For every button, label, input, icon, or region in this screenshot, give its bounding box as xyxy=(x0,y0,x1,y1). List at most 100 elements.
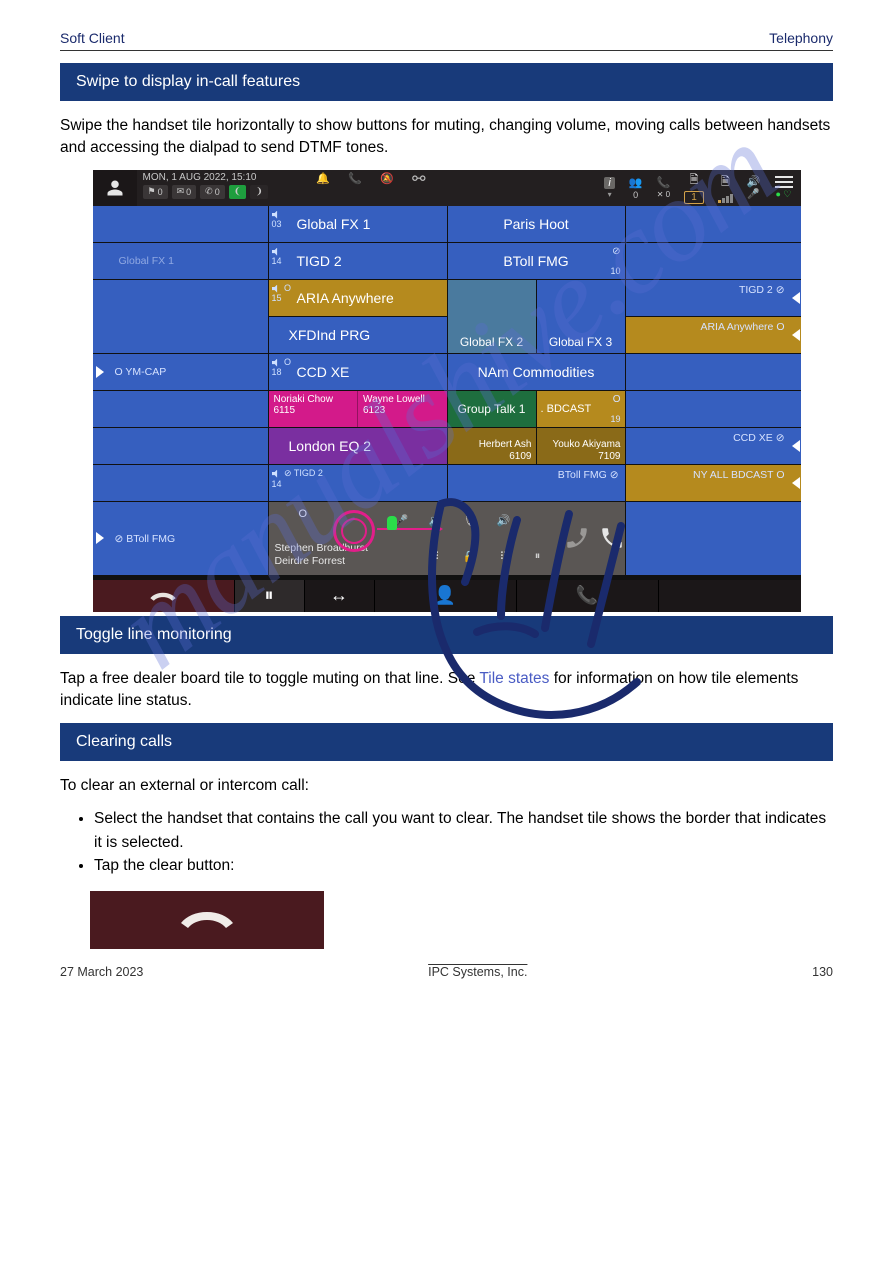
tile-ccd-xe-r[interactable]: CCD XE ⊘ xyxy=(626,428,801,464)
tile-blank[interactable] xyxy=(93,280,268,353)
hold-button[interactable]: ⏸ xyxy=(235,580,305,612)
tile-blank[interactable] xyxy=(93,391,268,427)
clear-button-figure xyxy=(90,891,324,949)
tile-group-talk-1[interactable]: Group Talk 1 xyxy=(448,391,536,427)
section-swipe-intro: Swipe the handset tile horizontally to s… xyxy=(60,115,833,160)
dialpad-icon[interactable]: ⠿ xyxy=(419,538,453,575)
section-clear-intro: To clear an external or intercom call: xyxy=(60,775,833,797)
status-dots-icon: ● ♡ xyxy=(775,189,791,200)
tile-blank[interactable] xyxy=(626,206,801,242)
profile-button[interactable] xyxy=(93,170,137,206)
tile-blank[interactable] xyxy=(626,354,801,390)
tile-btoll-fmg-l[interactable]: ⊘ BToll FMG xyxy=(93,502,268,575)
tile-aria-anywhere-r[interactable]: ARIA Anywhere O xyxy=(626,317,801,353)
pill-phone-icon: ✆ xyxy=(205,186,213,197)
dialpad2-icon[interactable]: ⠿ xyxy=(487,538,521,575)
tile-global-fx-2[interactable]: Global FX 2 xyxy=(448,280,536,353)
document-icon: 🗎 xyxy=(690,171,699,190)
swipe-indicator-ring xyxy=(333,510,375,552)
section-toggle-body: Tap a free dealer board tile to toggle m… xyxy=(60,668,833,713)
section-clear-title: Clearing calls xyxy=(60,723,833,761)
section-swipe-title: Swipe to display in-call features xyxy=(60,63,833,101)
handset-left-icon[interactable]: O xyxy=(599,502,625,575)
mic2-icon[interactable]: 🎙 xyxy=(453,502,487,539)
tile-ccd-xe[interactable]: O18CCD XE xyxy=(269,354,447,390)
tile-nam-commodities[interactable]: NAm Commodities xyxy=(448,354,625,390)
pause-sm-icon[interactable]: ⏸ xyxy=(521,538,555,575)
tile-bdcast[interactable]: . BDCASTO19 xyxy=(537,391,625,427)
info-button[interactable]: i ▾ xyxy=(604,177,614,199)
block-icon: ⊘ xyxy=(612,246,620,257)
tile-ym-cap[interactable]: O YM-CAP xyxy=(93,354,268,390)
hamburger-icon xyxy=(775,176,793,188)
page-footer: 27 March 2023 IPC Systems, Inc. 130 xyxy=(60,963,833,979)
app-bottombar: ⏸ ↔ 👤 📞 xyxy=(93,580,801,612)
tile-tigd-2-sm[interactable]: ⊘ TIGD 214 xyxy=(269,465,447,501)
tile-youko-akiyama[interactable]: Youko Akiyama7109 xyxy=(537,428,625,464)
list-item: Tap the clear button: xyxy=(94,854,833,877)
tile-paris-hoot[interactable]: Paris Hoot xyxy=(448,206,625,242)
tile-btoll-fmg[interactable]: BToll FMG⊘10 xyxy=(448,243,625,279)
pill-flag-icon: ⚑ xyxy=(148,186,156,197)
tile-herbert-ash[interactable]: Herbert Ash6109 xyxy=(448,428,536,464)
doc-button[interactable]: 🗎 1 xyxy=(684,171,704,204)
calls-button[interactable]: 📞 ✕ 0 xyxy=(657,176,671,199)
volume-icon: 🔊 xyxy=(747,175,761,188)
handset-name-2: Deirdre Forrest xyxy=(275,555,413,568)
tile-blank[interactable] xyxy=(93,428,268,464)
header-left: Soft Client xyxy=(60,30,125,46)
transfer-button[interactable]: ↔ xyxy=(305,580,375,612)
lock-icon[interactable]: 🔒 xyxy=(453,538,487,575)
mic-off-icon: 🎤 xyxy=(747,189,759,200)
status-pills: ⚑0 ✉0 ✆0 ❨ ❩ xyxy=(143,185,268,199)
tile-blank[interactable] xyxy=(626,502,801,575)
bell-icon[interactable]: 🔔 xyxy=(314,170,332,188)
signal-icon xyxy=(718,193,733,203)
info-icon: i xyxy=(604,177,614,189)
pill-handset2-icon: ❩ xyxy=(250,185,268,199)
missed-call-icon[interactable]: 📞 xyxy=(346,170,364,188)
wrench-icon: ✕ 0 xyxy=(657,190,670,199)
hangup-icon xyxy=(180,905,234,935)
call-arrow-icon: 📞 xyxy=(657,176,671,189)
tile-btoll-fmg-sm[interactable]: BToll FMG ⊘ xyxy=(448,465,625,501)
app-topbar: MON, 1 AUG 2022, 15:10 ⚑0 ✉0 ✆0 ❨ ❩ 🔔 📞 … xyxy=(93,170,801,206)
volume-button[interactable]: 🔊 🎤 xyxy=(747,175,761,200)
tile-states-link[interactable]: Tile states xyxy=(479,670,549,687)
list-item: Select the handset that contains the cal… xyxy=(94,807,833,854)
person-plus-icon: 👤 xyxy=(434,585,456,606)
menu-button[interactable]: ● ♡ xyxy=(775,176,793,200)
datetime-label: MON, 1 AUG 2022, 15:10 xyxy=(143,172,268,183)
add-person-button[interactable]: 👤 xyxy=(375,580,517,612)
tile-blank[interactable] xyxy=(93,206,268,242)
speaker-icon[interactable]: 🔊 xyxy=(487,502,521,539)
tile-global-fx-3[interactable]: Global FX 3 xyxy=(537,280,625,353)
tile-blank[interactable] xyxy=(626,391,801,427)
doc-down-button[interactable]: 🗎 xyxy=(718,173,733,203)
tile-contacts-split[interactable]: Noriaki Chow6115 Wayne Lowell6123 xyxy=(269,391,447,427)
filter-icon: ▾ xyxy=(608,190,612,199)
bell-off-icon[interactable]: 🔕 xyxy=(378,170,396,188)
tile-aria-anywhere[interactable]: O15ARIA Anywhere xyxy=(269,280,447,316)
tile-global-fx-1[interactable]: 03Global FX 1 xyxy=(269,206,447,242)
clear-call-button[interactable] xyxy=(93,580,235,612)
redial-button[interactable]: 📞 xyxy=(517,580,659,612)
contacts-button[interactable]: 👥 0 xyxy=(629,176,643,200)
tile-ny-all-bdcast[interactable]: NY ALL BDCAST O xyxy=(626,465,801,501)
tile-xfdind-prg[interactable]: XFDInd PRG xyxy=(269,317,447,353)
tile-blank[interactable] xyxy=(93,465,268,501)
tile-london-eq-2[interactable]: London EQ 2 xyxy=(269,428,447,464)
handset-right-icon[interactable] xyxy=(555,502,599,575)
tile-tigd-2-r[interactable]: TIGD 2 ⊘ xyxy=(626,280,801,316)
voicemail-icon[interactable]: ⚯ xyxy=(410,170,428,188)
contacts-icon: 👥 xyxy=(629,176,643,189)
tile-blank[interactable] xyxy=(626,243,801,279)
footer-company: IPC Systems, Inc. xyxy=(428,965,527,979)
tile-tigd-2[interactable]: 14TIGD 2 xyxy=(269,243,447,279)
handset-expanded-tile[interactable]: O 🎤 🔉 🎙 🔊 Stephen Broadhurst Deirdre For… xyxy=(269,502,625,575)
document-down-icon: 🗎 xyxy=(721,173,730,192)
header-right: Telephony xyxy=(769,30,833,46)
tile-global-fx-1-faint[interactable]: Global FX 1 xyxy=(93,243,268,279)
section-toggle-title: Toggle line monitoring xyxy=(60,616,833,654)
pill-handset-icon: ❨ xyxy=(229,185,247,199)
